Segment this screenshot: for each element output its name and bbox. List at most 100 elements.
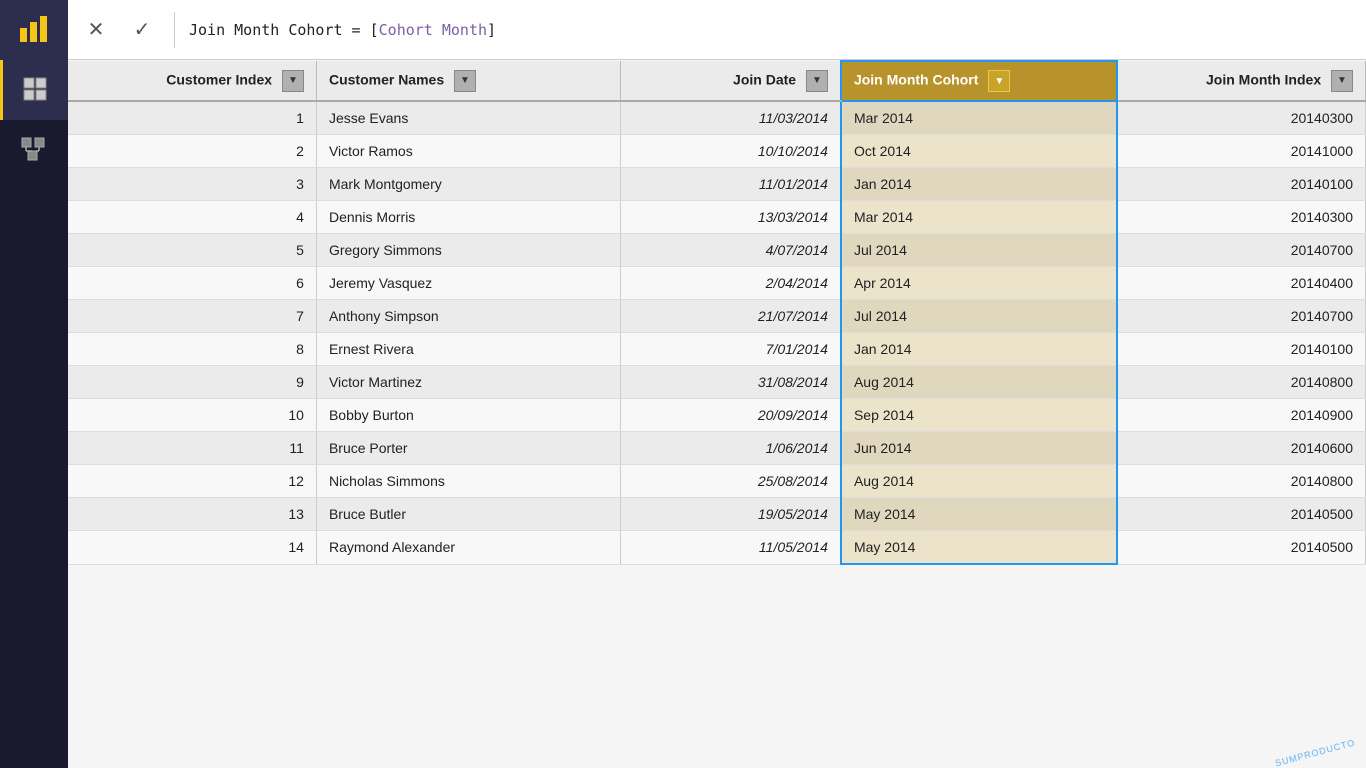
cell-join-month-cohort: May 2014 — [841, 531, 1117, 565]
cell-join-date: 4/07/2014 — [620, 234, 841, 267]
cell-customer-names: Bruce Porter — [316, 432, 620, 465]
cell-join-month-cohort: Jul 2014 — [841, 300, 1117, 333]
cell-customer-names: Raymond Alexander — [316, 531, 620, 565]
cell-join-date: 11/01/2014 — [620, 168, 841, 201]
formula-text-middle: Cohort Month — [379, 21, 487, 39]
cell-join-month-cohort: Jun 2014 — [841, 432, 1117, 465]
cell-customer-index: 8 — [68, 333, 316, 366]
cancel-button[interactable]: ✕ — [78, 12, 114, 48]
formula-bar: ✕ ✓ Join Month Cohort = [Cohort Month] — [68, 0, 1366, 60]
cell-join-month-cohort: Sep 2014 — [841, 399, 1117, 432]
app-logo — [0, 0, 68, 60]
table-header: Customer Index ▼ Customer Names ▼ Join D… — [68, 61, 1366, 101]
table-row: 14Raymond Alexander11/05/2014May 2014201… — [68, 531, 1366, 565]
cell-customer-index: 5 — [68, 234, 316, 267]
bar-chart-icon — [18, 14, 50, 46]
table-wrapper: Customer Index ▼ Customer Names ▼ Join D… — [68, 60, 1366, 565]
cell-customer-names: Ernest Rivera — [316, 333, 620, 366]
formula-text-suffix: ] — [487, 21, 496, 39]
cell-join-date: 13/03/2014 — [620, 201, 841, 234]
cell-customer-names: Victor Martinez — [316, 366, 620, 399]
table-row: 6Jeremy Vasquez2/04/2014Apr 201420140400 — [68, 267, 1366, 300]
cell-customer-index: 4 — [68, 201, 316, 234]
cell-join-month-index: 20140500 — [1117, 531, 1365, 565]
formula-text-prefix: Join Month Cohort = [ — [189, 21, 379, 39]
cell-join-month-index: 20140700 — [1117, 234, 1365, 267]
table-row: 7Anthony Simpson21/07/2014Jul 2014201407… — [68, 300, 1366, 333]
col-header-join-date[interactable]: Join Date ▼ — [620, 61, 841, 101]
cell-join-month-cohort: Jan 2014 — [841, 168, 1117, 201]
cell-join-month-index: 20140500 — [1117, 498, 1365, 531]
cell-customer-names: Bobby Burton — [316, 399, 620, 432]
col-header-join-month-cohort[interactable]: Join Month Cohort ▼ — [841, 61, 1117, 101]
col-header-join-month-index[interactable]: Join Month Index ▼ — [1117, 61, 1365, 101]
cell-join-month-cohort: Jan 2014 — [841, 333, 1117, 366]
table-row: 2Victor Ramos10/10/2014Oct 201420141000 — [68, 135, 1366, 168]
cell-customer-index: 2 — [68, 135, 316, 168]
col-header-customer-index[interactable]: Customer Index ▼ — [68, 61, 316, 101]
filter-join-date[interactable]: ▼ — [806, 70, 828, 92]
cell-join-date: 19/05/2014 — [620, 498, 841, 531]
cell-join-month-index: 20140700 — [1117, 300, 1365, 333]
cell-join-month-index: 20140800 — [1117, 366, 1365, 399]
cell-customer-index: 1 — [68, 101, 316, 135]
cell-join-month-index: 20140900 — [1117, 399, 1365, 432]
cell-join-month-cohort: Aug 2014 — [841, 465, 1117, 498]
cell-customer-names: Jesse Evans — [316, 101, 620, 135]
cell-join-date: 20/09/2014 — [620, 399, 841, 432]
table-row: 11Bruce Porter1/06/2014Jun 201420140600 — [68, 432, 1366, 465]
cell-join-month-cohort: Jul 2014 — [841, 234, 1117, 267]
cell-customer-index: 6 — [68, 267, 316, 300]
cell-customer-names: Gregory Simmons — [316, 234, 620, 267]
cell-join-month-cohort: Mar 2014 — [841, 201, 1117, 234]
cell-customer-names: Nicholas Simmons — [316, 465, 620, 498]
data-table: Customer Index ▼ Customer Names ▼ Join D… — [68, 60, 1366, 565]
cell-join-month-index: 20141000 — [1117, 135, 1365, 168]
cell-join-date: 31/08/2014 — [620, 366, 841, 399]
cell-join-month-index: 20140100 — [1117, 168, 1365, 201]
cell-join-date: 25/08/2014 — [620, 465, 841, 498]
cell-join-date: 21/07/2014 — [620, 300, 841, 333]
cell-customer-index: 11 — [68, 432, 316, 465]
col-label-join-month-cohort: Join Month Cohort — [854, 72, 978, 88]
cell-join-date: 10/10/2014 — [620, 135, 841, 168]
table-row: 4Dennis Morris13/03/2014Mar 201420140300 — [68, 201, 1366, 234]
confirm-button[interactable]: ✓ — [124, 12, 160, 48]
cell-join-month-index: 20140600 — [1117, 432, 1365, 465]
model-icon — [20, 136, 48, 164]
filter-customer-index[interactable]: ▼ — [282, 70, 304, 92]
cell-customer-names: Anthony Simpson — [316, 300, 620, 333]
cell-join-month-index: 20140100 — [1117, 333, 1365, 366]
table-row: 5Gregory Simmons4/07/2014Jul 20142014070… — [68, 234, 1366, 267]
filter-customer-names[interactable]: ▼ — [454, 70, 476, 92]
model-view-button[interactable] — [0, 120, 68, 180]
cell-customer-index: 13 — [68, 498, 316, 531]
cell-customer-index: 9 — [68, 366, 316, 399]
table-row: 12Nicholas Simmons25/08/2014Aug 20142014… — [68, 465, 1366, 498]
cell-join-date: 1/06/2014 — [620, 432, 841, 465]
col-header-customer-names[interactable]: Customer Names ▼ — [316, 61, 620, 101]
cell-join-date: 11/03/2014 — [620, 101, 841, 135]
cell-join-month-cohort: Oct 2014 — [841, 135, 1117, 168]
filter-join-month-index[interactable]: ▼ — [1331, 70, 1353, 92]
cell-join-month-index: 20140400 — [1117, 267, 1365, 300]
cell-join-month-index: 20140800 — [1117, 465, 1365, 498]
cell-customer-index: 7 — [68, 300, 316, 333]
table-body: 1Jesse Evans11/03/2014Mar 2014201403002V… — [68, 101, 1366, 564]
cell-customer-names: Dennis Morris — [316, 201, 620, 234]
formula-display[interactable]: Join Month Cohort = [Cohort Month] — [189, 12, 1356, 48]
cell-join-month-cohort: Apr 2014 — [841, 267, 1117, 300]
main-area: ✕ ✓ Join Month Cohort = [Cohort Month] C… — [68, 0, 1366, 768]
cell-join-month-index: 20140300 — [1117, 101, 1365, 135]
col-label-join-month-index: Join Month Index — [1206, 71, 1321, 87]
cell-customer-index: 12 — [68, 465, 316, 498]
cell-join-date: 2/04/2014 — [620, 267, 841, 300]
table-row: 9Victor Martinez31/08/2014Aug 2014201408… — [68, 366, 1366, 399]
cell-customer-names: Victor Ramos — [316, 135, 620, 168]
sidebar — [0, 0, 68, 768]
table-view-button[interactable] — [0, 60, 68, 120]
col-label-customer-index: Customer Index — [166, 71, 272, 87]
cell-customer-names: Jeremy Vasquez — [316, 267, 620, 300]
filter-join-month-cohort[interactable]: ▼ — [988, 70, 1010, 92]
table-icon — [22, 76, 50, 104]
